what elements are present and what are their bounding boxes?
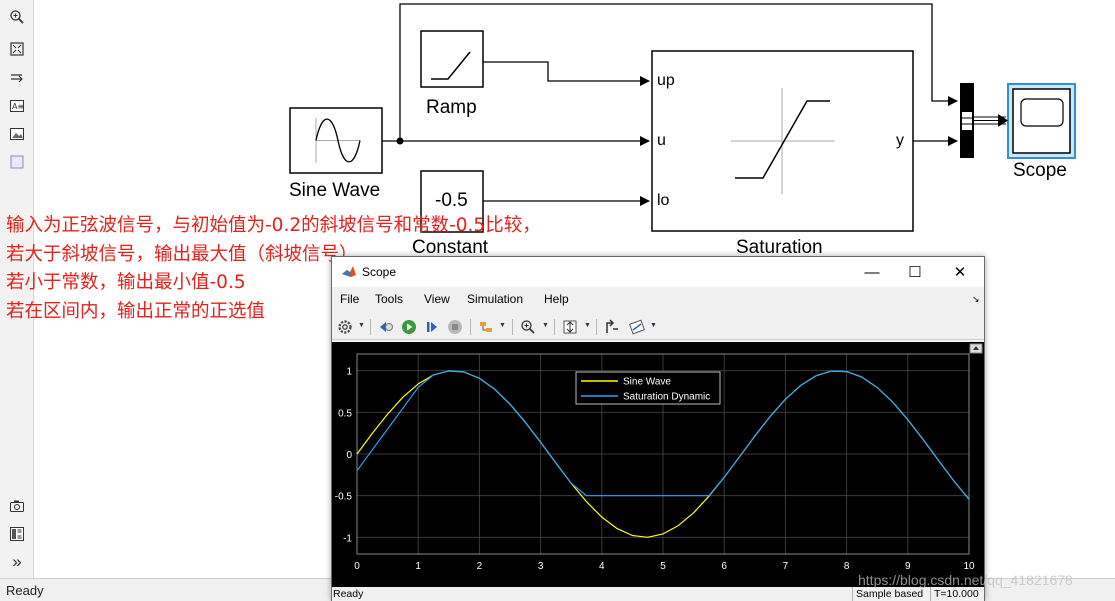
mux-block[interactable]: [960, 83, 974, 158]
scope-label: Scope: [1013, 160, 1067, 181]
step-back-icon[interactable]: [377, 318, 395, 336]
status-text: Ready: [6, 583, 44, 598]
ramp-block[interactable]: [420, 30, 484, 88]
measurements-icon[interactable]: [628, 318, 646, 336]
run-icon[interactable]: [400, 318, 418, 336]
matlab-logo-icon: [342, 266, 356, 277]
ramp-label: Ramp: [426, 97, 477, 118]
scope-block[interactable]: [1007, 83, 1076, 159]
port-up-label: up: [657, 72, 675, 89]
expand-icon[interactable]: »: [8, 552, 26, 571]
fit-view-icon[interactable]: [8, 40, 26, 58]
x-tick-label: 2: [477, 561, 483, 572]
scope-titlebar[interactable]: Scope — ☐ ✕: [332, 257, 984, 287]
plot-legend: Sine Wave Saturation Dynamic: [575, 371, 721, 405]
menu-help[interactable]: Help: [544, 292, 569, 306]
scope-toolbar: ▼ ▼ ▼ ▼ ▼: [332, 314, 984, 340]
y-tick-label: 0.5: [338, 408, 352, 419]
maximize-button[interactable]: ☐: [897, 261, 933, 283]
scope-plot-area[interactable]: 0 1 2 3 4 5 6 7 8 9 10 -1 -0.5 0 0.5 1 Sine Wave Saturat…: [332, 342, 984, 587]
stop-icon[interactable]: [446, 318, 464, 336]
port-lo-label: lo: [657, 192, 670, 209]
restore-axes-icon[interactable]: [969, 343, 983, 354]
menu-file[interactable]: File: [340, 292, 359, 306]
highlight-icon[interactable]: [477, 318, 495, 336]
camera-icon[interactable]: [8, 497, 26, 515]
y-tick-label: 0: [346, 450, 352, 461]
autoscale-icon[interactable]: [561, 318, 579, 336]
sine-wave-label: Sine Wave: [289, 180, 381, 201]
y-tick-label: 1: [346, 367, 352, 378]
annotation-line: 输入为正弦波信号，与初始值为-0.2的斜坡信号和常数-0.5比较，: [6, 215, 541, 236]
settings-icon[interactable]: [336, 318, 354, 336]
y-tick-label: -1: [343, 533, 352, 544]
x-tick-label: 4: [599, 561, 605, 572]
x-tick-label: 8: [844, 561, 850, 572]
legend-entry: Sine Wave: [623, 377, 671, 388]
saturation-block[interactable]: [651, 50, 914, 232]
scope-title: Scope: [362, 265, 397, 279]
menu-tools[interactable]: Tools: [375, 292, 403, 306]
x-tick-label: 6: [721, 561, 727, 572]
minimize-button[interactable]: —: [854, 261, 890, 283]
scope-plot: 0 1 2 3 4 5 6 7 8 9 10 -1 -0.5 0 0.5 1 Sine Wave Saturat…: [335, 343, 983, 572]
route-lines-icon[interactable]: [8, 69, 26, 87]
svg-text:A≡: A≡: [12, 102, 24, 111]
x-tick-label: 0: [354, 561, 360, 572]
undock-icon[interactable]: ↘: [972, 294, 980, 305]
close-button[interactable]: ✕: [942, 261, 978, 283]
x-tick-label: 7: [783, 561, 789, 572]
scope-status-ready: Ready: [333, 588, 364, 600]
image-icon[interactable]: [8, 125, 26, 143]
port-u-label: u: [657, 132, 666, 149]
simulink-editor: A≡ » Sine Wave Ramp -0.5 Constant Satura…: [0, 0, 1115, 601]
constant-value: -0.5: [435, 190, 468, 211]
annotation-icon[interactable]: A≡: [8, 97, 26, 115]
scope-window[interactable]: Scope — ☐ ✕ File Tools View Simulation H…: [331, 256, 985, 601]
triggers-icon[interactable]: [603, 318, 621, 336]
area-icon[interactable]: [8, 153, 26, 171]
watermark: https://blog.csdn.net/qq_41821678: [858, 572, 1073, 588]
x-tick-label: 10: [963, 561, 975, 572]
model-browser-icon[interactable]: [8, 525, 26, 543]
step-forward-icon[interactable]: [423, 318, 441, 336]
zoom-icon[interactable]: [519, 318, 537, 336]
legend-entry: Saturation Dynamic: [623, 392, 710, 403]
menu-simulation[interactable]: Simulation: [467, 292, 523, 306]
x-tick-label: 3: [538, 561, 544, 572]
zoom-icon[interactable]: [8, 8, 26, 26]
sim-time: T=10.000: [930, 587, 984, 601]
x-tick-label: 9: [905, 561, 911, 572]
port-y-label: y: [896, 132, 904, 149]
y-tick-label: -0.5: [335, 492, 353, 503]
scope-statusbar: Ready Sample based T=10.000: [332, 587, 984, 601]
menu-view[interactable]: View: [424, 292, 450, 306]
sine-wave-block[interactable]: [289, 107, 383, 174]
x-tick-label: 5: [660, 561, 666, 572]
sample-mode: Sample based: [852, 587, 930, 601]
x-tick-label: 1: [415, 561, 421, 572]
scope-menubar: File Tools View Simulation Help ↘: [332, 289, 984, 311]
